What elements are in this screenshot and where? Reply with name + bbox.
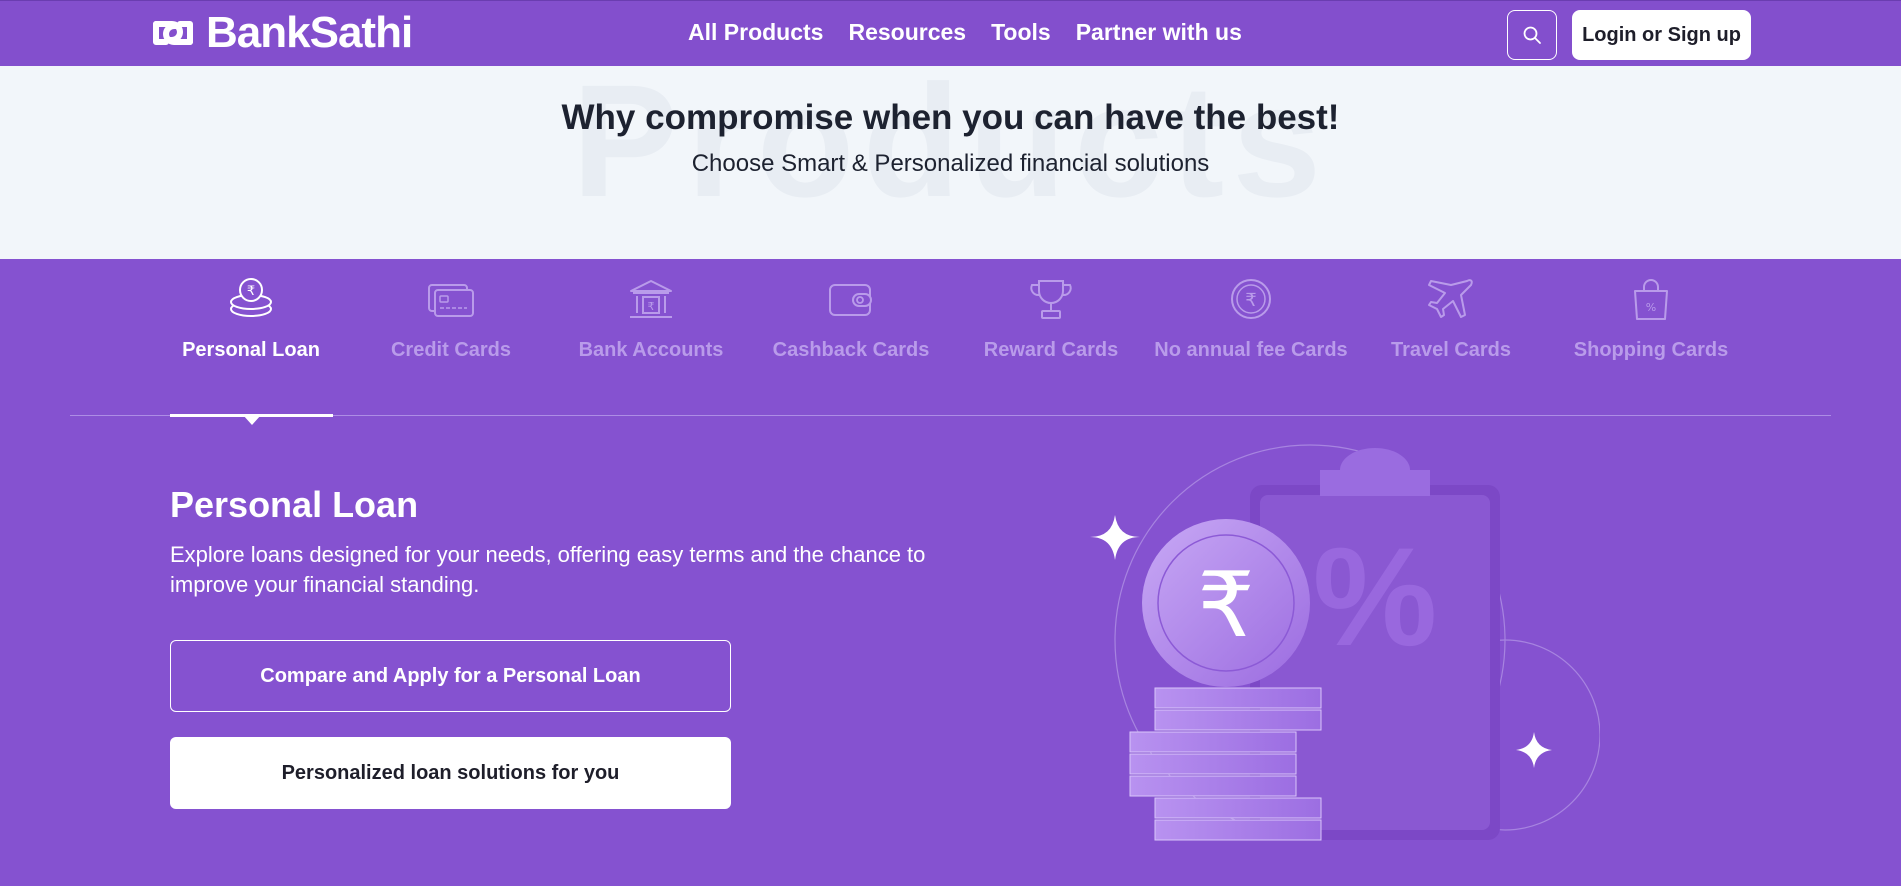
personal-loan-illustration: % ₹ (1090, 444, 1600, 841)
tab-shopping-cards[interactable]: % Shopping Cards (1551, 277, 1751, 365)
tab-bank-accounts[interactable]: ₹ Bank Accounts (551, 277, 751, 365)
trophy-icon (1030, 280, 1072, 319)
rupee-symbol: ₹ (1197, 553, 1254, 658)
tab-no-annual-fee-cards[interactable]: ₹ No annual fee Cards (1151, 277, 1351, 365)
tab-label: Reward Cards (983, 339, 1119, 361)
brand-logo[interactable]: BankSathi (150, 8, 413, 57)
hero-section: Products Why compromise when you can hav… (0, 66, 1901, 259)
hero-subtitle: Choose Smart & Personalized financial so… (691, 150, 1210, 177)
nav-all-products[interactable]: All Products (688, 19, 823, 46)
bank-icon: ₹ (630, 280, 672, 318)
tab-credit-cards[interactable]: Credit Cards (351, 277, 551, 365)
search-icon (1523, 26, 1541, 44)
search-button[interactable] (1507, 10, 1557, 60)
banksathi-logo-icon (153, 21, 193, 45)
product-tabs: ₹ Personal Loan Credit Cards ₹ Bank Acco… (0, 259, 1901, 425)
hero-watermark: Products (571, 66, 1330, 230)
shopping-bag-icon: % (1634, 279, 1668, 320)
svg-text:₹: ₹ (1245, 290, 1256, 311)
tab-cashback-cards[interactable]: Cashback Cards (751, 277, 951, 365)
brand-name: BankSathi (206, 8, 413, 57)
main-nav: All Products Resources Tools Partner wit… (688, 19, 1242, 46)
svg-text:%: % (1646, 301, 1656, 314)
credit-card-icon (428, 284, 474, 317)
login-signup-button[interactable]: Login or Sign up (1572, 10, 1751, 60)
airplane-icon (1428, 279, 1473, 318)
tab-label: Travel Cards (1390, 339, 1512, 361)
rupee-coin-icon: ₹ (1231, 279, 1271, 319)
svg-text:₹: ₹ (648, 300, 655, 313)
tab-label: Shopping Cards (1573, 339, 1729, 361)
tab-label: Credit Cards (390, 339, 512, 361)
tab-label: Bank Accounts (578, 339, 724, 361)
percent-symbol: % (1313, 518, 1437, 675)
sparkle-icon (1090, 515, 1140, 560)
compare-apply-button[interactable]: Compare and Apply for a Personal Loan (170, 640, 731, 712)
nav-resources[interactable]: Resources (848, 19, 966, 46)
nav-tools[interactable]: Tools (991, 19, 1051, 46)
coin-stack-icon: ₹ (230, 278, 272, 317)
active-tab-caret (243, 415, 261, 425)
hero-title: Why compromise when you can have the bes… (561, 98, 1340, 137)
tab-travel-cards[interactable]: Travel Cards (1351, 277, 1551, 365)
sparkle-icon (1516, 732, 1552, 768)
wallet-icon (829, 284, 872, 316)
tab-personal-loan[interactable]: ₹ Personal Loan (151, 277, 351, 365)
personalized-solutions-button[interactable]: Personalized loan solutions for you (170, 737, 731, 809)
svg-text:₹: ₹ (247, 284, 255, 299)
tab-label: Cashback Cards (772, 339, 930, 361)
tab-label: No annual fee Cards (1154, 339, 1348, 361)
tab-label: Personal Loan (182, 339, 320, 361)
top-navbar: BankSathi All Products Resources Tools P… (0, 0, 1901, 66)
product-description: Explore loans designed for your needs, o… (170, 542, 926, 597)
product-title: Personal Loan (170, 484, 419, 525)
nav-partner-with-us[interactable]: Partner with us (1076, 19, 1242, 46)
tab-reward-cards[interactable]: Reward Cards (951, 277, 1151, 365)
tabs-divider (70, 415, 1831, 416)
